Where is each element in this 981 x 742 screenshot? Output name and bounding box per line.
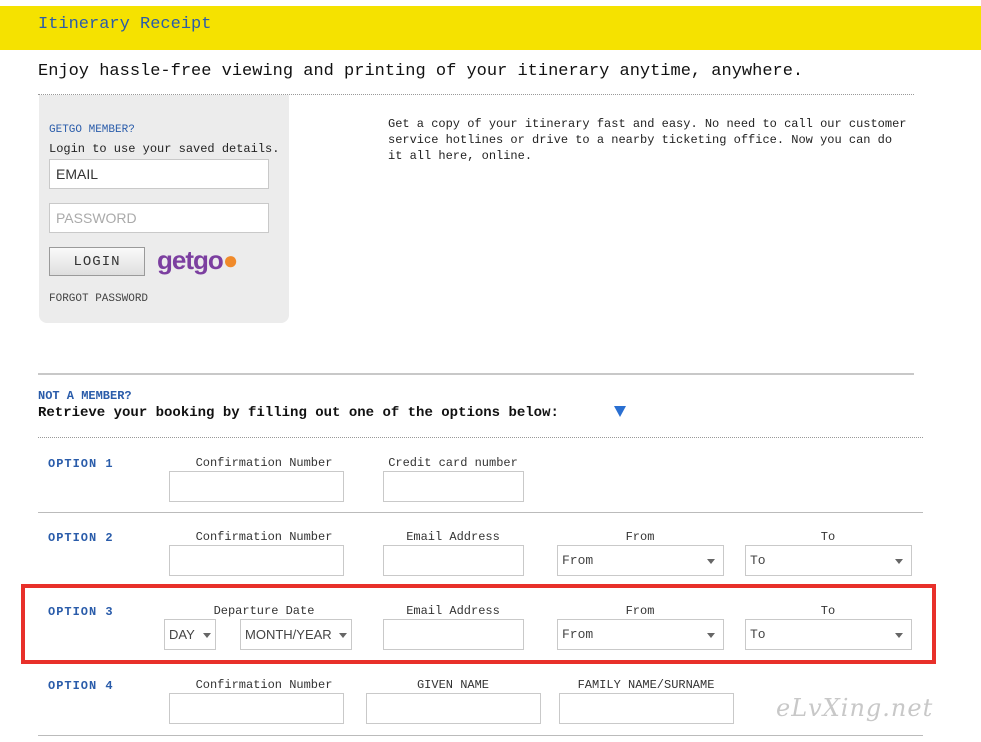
email-field[interactable] [49, 159, 269, 189]
tagline: Enjoy hassle-free viewing and printing o… [38, 62, 804, 81]
section-divider [38, 373, 914, 375]
chevron-down-icon [707, 559, 715, 564]
divider [38, 735, 923, 736]
divider [38, 437, 923, 438]
retrieve-instruction: Retrieve your booking by filling out one… [38, 405, 559, 421]
chevron-down-icon [895, 559, 903, 564]
confirmation-number-field[interactable] [169, 545, 344, 576]
login-button[interactable]: LOGIN [49, 247, 145, 276]
email-address-label: Email Address [406, 530, 500, 544]
option-1-label: OPTION 1 [48, 457, 114, 471]
login-hint: Login to use your saved details. [49, 142, 280, 156]
to-select[interactable]: To [745, 545, 912, 576]
info-text: Get a copy of your itinerary fast and ea… [388, 117, 907, 163]
highlight-box [21, 584, 936, 664]
password-field[interactable] [49, 203, 269, 233]
option-4-label: OPTION 4 [48, 679, 114, 693]
login-panel: GETGO MEMBER? Login to use your saved de… [39, 95, 289, 323]
to-label: To [820, 530, 836, 544]
getgo-logo: getgo● [157, 245, 238, 275]
member-prompt: GETGO MEMBER? [49, 124, 135, 136]
logo-text: getgo [157, 245, 224, 275]
confirmation-number-field[interactable] [169, 471, 344, 502]
confirmation-number-field[interactable] [169, 693, 344, 724]
to-select-value: To [750, 553, 766, 568]
confirmation-number-label: Confirmation Number [195, 530, 333, 544]
page-title: Itinerary Receipt [38, 15, 212, 34]
confirmation-number-label: Confirmation Number [195, 456, 333, 470]
from-select[interactable]: From [557, 545, 724, 576]
credit-card-label: Credit card number [388, 456, 518, 470]
watermark: eLvXing.net [776, 694, 934, 722]
not-member-heading: NOT A MEMBER? [38, 389, 132, 403]
from-select-value: From [562, 553, 594, 568]
option-2-label: OPTION 2 [48, 531, 114, 545]
given-name-field[interactable] [366, 693, 541, 724]
confirmation-number-label: Confirmation Number [195, 678, 333, 692]
down-arrow-icon[interactable] [614, 406, 626, 417]
family-name-label: FAMILY NAME/SURNAME [577, 678, 715, 692]
credit-card-field[interactable] [383, 471, 524, 502]
header-bar: Itinerary Receipt [0, 6, 981, 50]
given-name-label: GIVEN NAME [416, 678, 489, 692]
email-address-field[interactable] [383, 545, 524, 576]
forgot-password-link[interactable]: FORGOT PASSWORD [49, 293, 148, 305]
divider [38, 512, 923, 513]
from-label: From [625, 530, 655, 544]
family-name-field[interactable] [559, 693, 734, 724]
